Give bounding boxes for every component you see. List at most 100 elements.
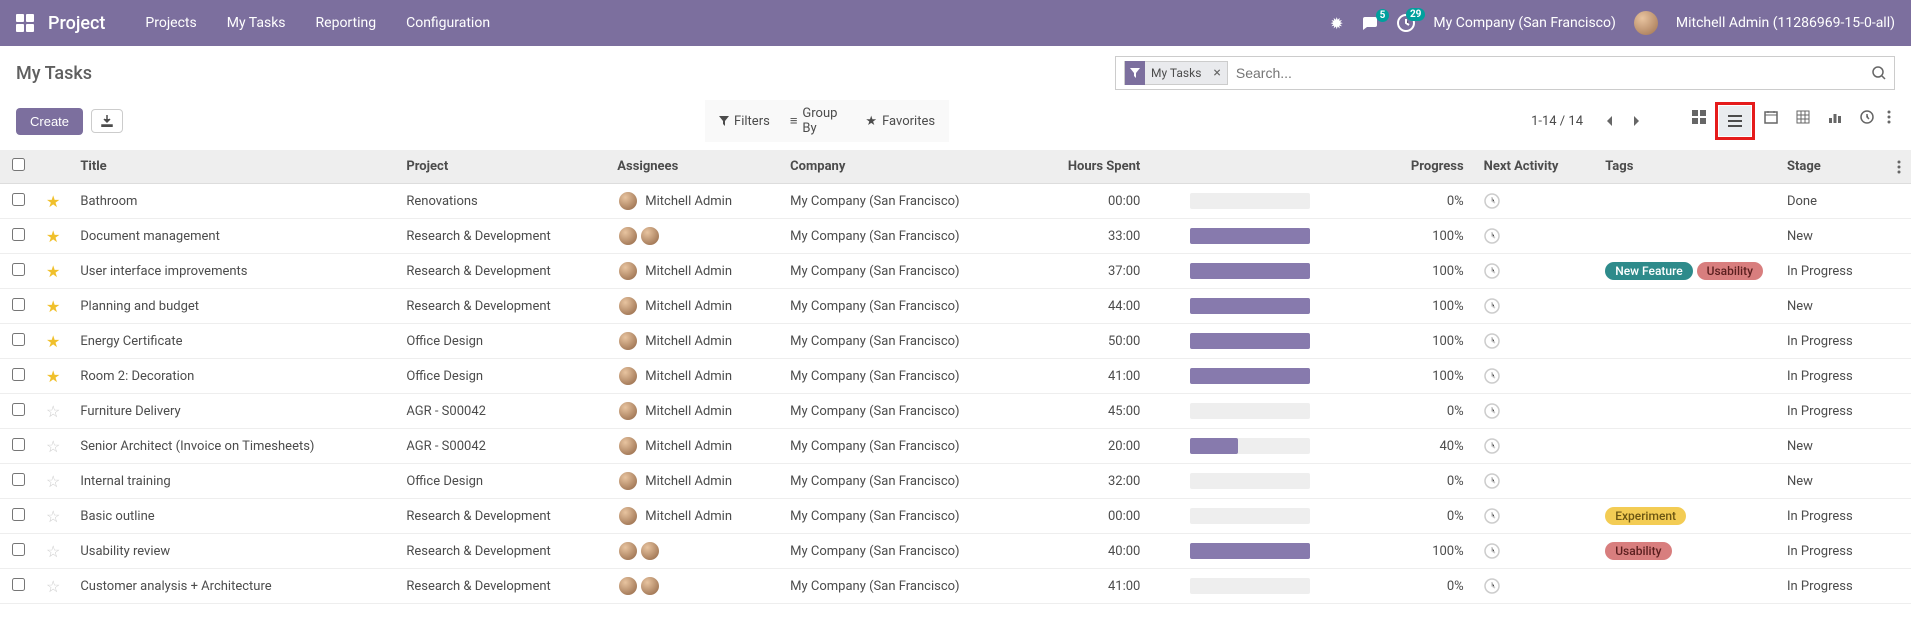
cell-stage[interactable]: In Progress — [1777, 359, 1887, 394]
table-row[interactable]: ★User interface improvementsResearch & D… — [0, 254, 1911, 289]
table-row[interactable]: ☆Basic outlineResearch & DevelopmentMitc… — [0, 499, 1911, 534]
cell-stage[interactable]: Done — [1777, 184, 1887, 219]
view-list[interactable] — [1719, 106, 1751, 136]
company-switcher[interactable]: My Company (San Francisco) — [1433, 15, 1615, 31]
user-avatar[interactable] — [1634, 11, 1658, 35]
row-checkbox[interactable] — [12, 193, 25, 206]
facet-remove[interactable]: × — [1207, 65, 1226, 81]
cell-title[interactable]: User interface improvements — [70, 254, 396, 289]
cell-title[interactable]: Document management — [70, 219, 396, 254]
row-checkbox[interactable] — [12, 578, 25, 591]
cell-project[interactable]: Research & Development — [396, 569, 607, 604]
cell-stage[interactable]: In Progress — [1777, 569, 1887, 604]
nav-projects[interactable]: Projects — [145, 15, 196, 31]
cell-project[interactable]: Office Design — [396, 359, 607, 394]
view-activity[interactable] — [1851, 102, 1883, 132]
cell-title[interactable]: Room 2: Decoration — [70, 359, 396, 394]
cell-tags[interactable] — [1595, 184, 1777, 219]
table-row[interactable]: ★Energy CertificateOffice DesignMitchell… — [0, 324, 1911, 359]
cell-stage[interactable]: New — [1777, 219, 1887, 254]
col-activity[interactable]: Next Activity — [1474, 150, 1596, 184]
col-company[interactable]: Company — [780, 150, 1023, 184]
star-toggle[interactable]: ☆ — [46, 472, 60, 491]
cell-stage[interactable]: In Progress — [1777, 324, 1887, 359]
cell-activity[interactable] — [1474, 534, 1596, 569]
cell-title[interactable]: Usability review — [70, 534, 396, 569]
favorites-button[interactable]: ★ Favorites — [865, 106, 935, 136]
cell-stage[interactable]: New — [1777, 464, 1887, 499]
view-kanban[interactable] — [1683, 102, 1715, 132]
star-toggle[interactable]: ★ — [46, 297, 60, 316]
table-row[interactable]: ★Room 2: DecorationOffice DesignMitchell… — [0, 359, 1911, 394]
brand[interactable]: Project — [48, 13, 105, 34]
pager-prev[interactable] — [1597, 111, 1621, 131]
cell-assignees[interactable]: Mitchell Admin — [607, 184, 780, 219]
filters-button[interactable]: Filters — [719, 106, 770, 136]
cell-activity[interactable] — [1474, 429, 1596, 464]
col-options[interactable] — [1887, 150, 1911, 184]
cell-activity[interactable] — [1474, 219, 1596, 254]
search-bar[interactable]: My Tasks × — [1115, 56, 1895, 90]
view-graph[interactable] — [1819, 102, 1851, 132]
pager-next[interactable] — [1625, 111, 1649, 131]
cell-title[interactable]: Furniture Delivery — [70, 394, 396, 429]
table-row[interactable]: ★Planning and budgetResearch & Developme… — [0, 289, 1911, 324]
cell-title[interactable]: Internal training — [70, 464, 396, 499]
cell-activity[interactable] — [1474, 254, 1596, 289]
cell-title[interactable]: Senior Architect (Invoice on Timesheets) — [70, 429, 396, 464]
table-row[interactable]: ☆Furniture DeliveryAGR - S00042Mitchell … — [0, 394, 1911, 429]
cell-activity[interactable] — [1474, 569, 1596, 604]
table-row[interactable]: ★Document managementResearch & Developme… — [0, 219, 1911, 254]
nav-my-tasks[interactable]: My Tasks — [227, 15, 286, 31]
cell-stage[interactable]: In Progress — [1777, 534, 1887, 569]
view-calendar[interactable] — [1755, 102, 1787, 132]
cell-activity[interactable] — [1474, 394, 1596, 429]
cell-tags[interactable] — [1595, 569, 1777, 604]
row-checkbox[interactable] — [12, 263, 25, 276]
view-pivot[interactable] — [1787, 102, 1819, 132]
cell-tags[interactable] — [1595, 429, 1777, 464]
table-row[interactable]: ★BathroomRenovationsMitchell AdminMy Com… — [0, 184, 1911, 219]
col-tags[interactable]: Tags — [1595, 150, 1777, 184]
import-button[interactable] — [91, 109, 123, 133]
star-toggle[interactable]: ☆ — [46, 542, 60, 561]
cell-tags[interactable] — [1595, 219, 1777, 254]
cell-project[interactable]: Office Design — [396, 464, 607, 499]
table-row[interactable]: ☆Senior Architect (Invoice on Timesheets… — [0, 429, 1911, 464]
cell-project[interactable]: Research & Development — [396, 534, 607, 569]
cell-project[interactable]: Research & Development — [396, 289, 607, 324]
cell-stage[interactable]: In Progress — [1777, 394, 1887, 429]
cell-title[interactable]: Basic outline — [70, 499, 396, 534]
row-checkbox[interactable] — [12, 508, 25, 521]
cell-assignees[interactable]: Mitchell Admin — [607, 289, 780, 324]
row-checkbox[interactable] — [12, 333, 25, 346]
cell-title[interactable]: Bathroom — [70, 184, 396, 219]
col-hours[interactable]: Hours Spent — [1023, 150, 1180, 184]
col-assignees[interactable]: Assignees — [607, 150, 780, 184]
view-more[interactable] — [1883, 102, 1895, 132]
row-checkbox[interactable] — [12, 403, 25, 416]
cell-activity[interactable] — [1474, 464, 1596, 499]
cell-activity[interactable] — [1474, 324, 1596, 359]
groupby-button[interactable]: ≡ Group By — [790, 106, 846, 136]
col-title[interactable]: Title — [70, 150, 396, 184]
cell-assignees[interactable]: Mitchell Admin — [607, 254, 780, 289]
col-stage[interactable]: Stage — [1777, 150, 1887, 184]
cell-stage[interactable]: New — [1777, 429, 1887, 464]
cell-stage[interactable]: New — [1777, 289, 1887, 324]
cell-stage[interactable]: In Progress — [1777, 254, 1887, 289]
star-toggle[interactable]: ★ — [46, 227, 60, 246]
cell-title[interactable]: Energy Certificate — [70, 324, 396, 359]
row-checkbox[interactable] — [12, 473, 25, 486]
star-toggle[interactable]: ★ — [46, 192, 60, 211]
cell-assignees[interactable]: Mitchell Admin — [607, 394, 780, 429]
table-row[interactable]: ☆Internal trainingOffice DesignMitchell … — [0, 464, 1911, 499]
row-checkbox[interactable] — [12, 298, 25, 311]
cell-assignees[interactable]: Mitchell Admin — [607, 429, 780, 464]
nav-configuration[interactable]: Configuration — [406, 15, 490, 31]
star-toggle[interactable]: ★ — [46, 367, 60, 386]
row-checkbox[interactable] — [12, 228, 25, 241]
cell-project[interactable]: Research & Development — [396, 499, 607, 534]
cell-assignees[interactable]: Mitchell Admin — [607, 499, 780, 534]
star-toggle[interactable]: ★ — [46, 332, 60, 351]
